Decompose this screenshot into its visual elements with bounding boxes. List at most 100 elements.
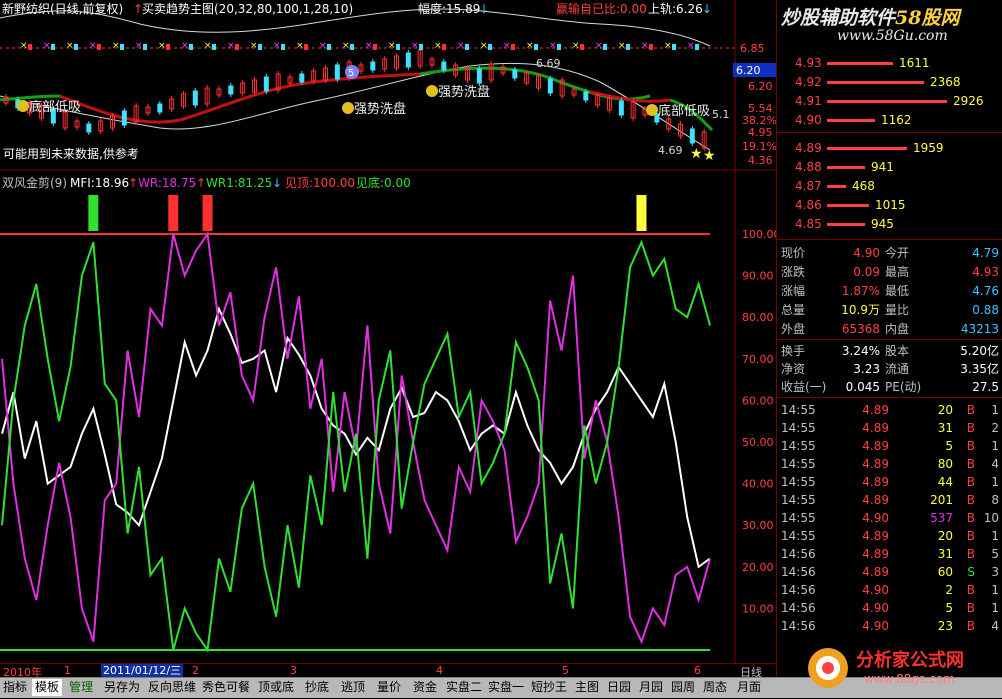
tick-count: 1 xyxy=(991,529,999,543)
svg-text:×: × xyxy=(365,41,373,51)
order-book-row[interactable]: 4.86 1015 xyxy=(777,196,1002,214)
tab-9[interactable]: 量价 xyxy=(372,679,406,696)
tick-time: 14:55 xyxy=(781,511,816,525)
month-label: 1 xyxy=(64,664,71,677)
tab-16[interactable]: 月园 xyxy=(636,679,666,696)
watermark-text: 炒股辅助软件 xyxy=(781,7,896,29)
tab-5[interactable]: 秀色可餐 xyxy=(200,679,252,696)
svg-text:×: × xyxy=(296,41,304,51)
order-volume: 2926 xyxy=(951,92,986,110)
kline-chart[interactable]: × × × × × × × × × × × × × × × × × × × × × × × × × × × × × × 6.69 4.69… xyxy=(0,0,781,663)
chart-area[interactable]: × × × × × × × × × × × × × × × × × × × × × × × × × × × × × × 6.69 4.69… xyxy=(0,0,781,663)
tick-row[interactable]: 14:56 4.90 2 B 1 xyxy=(777,581,1002,599)
quote-row: 总量 10.9万 量比 0.88 xyxy=(777,301,1002,319)
svg-text:×: × xyxy=(618,41,626,51)
tab-3[interactable]: 另存为 xyxy=(100,679,144,696)
tick-row[interactable]: 14:55 4.89 44 B 1 xyxy=(777,473,1002,491)
tab-14[interactable]: 主图 xyxy=(572,679,602,696)
tab-6[interactable]: 顶或底 xyxy=(254,679,298,696)
quote-value: 10.9万 xyxy=(841,303,880,317)
logo-text: 分析家公式网 xyxy=(856,650,964,671)
tab-0[interactable]: 指标 xyxy=(0,679,30,696)
order-price: 4.86 xyxy=(795,198,822,212)
tick-row[interactable]: 14:55 4.90 537 B 10 xyxy=(777,509,1002,527)
order-book-row[interactable]: 4.91 2926 xyxy=(777,92,1002,110)
volume-bar xyxy=(827,223,865,226)
tick-count: 1 xyxy=(991,439,999,453)
quote-label: 最低 xyxy=(885,284,910,298)
finance-value: 0.045 xyxy=(845,380,880,394)
tick-count: 5 xyxy=(991,547,999,561)
quote-label: 外盘 xyxy=(781,322,806,336)
tab-2[interactable]: 管理 xyxy=(64,679,98,696)
tick-row[interactable]: 14:55 4.89 20 B 1 xyxy=(777,401,1002,419)
osc-axis-tick: 60.00 xyxy=(742,394,774,407)
order-book-row[interactable]: 4.85 945 xyxy=(777,215,1002,233)
order-price: 4.89 xyxy=(795,141,822,155)
svg-text:5: 5 xyxy=(348,68,354,79)
order-book-row[interactable]: 4.87 468 xyxy=(777,177,1002,195)
tick-row[interactable]: 14:55 4.89 31 B 2 xyxy=(777,419,1002,437)
upper-rail-label: 上轨:6.26 xyxy=(648,2,703,16)
quote-value: 0.09 xyxy=(853,265,880,279)
tick-row[interactable]: 14:55 4.89 201 B 8 xyxy=(777,491,1002,509)
tick-count: 1 xyxy=(991,475,999,489)
tick-row[interactable]: 14:56 4.90 23 B 4 xyxy=(777,617,1002,635)
order-volume: 468 xyxy=(850,177,877,195)
order-volume: 1959 xyxy=(911,139,946,157)
tick-volume: 31 xyxy=(937,421,953,435)
tick-count: 2 xyxy=(991,421,999,435)
osc-axis-tick: 10.00 xyxy=(742,602,774,615)
order-book-row[interactable]: 4.92 2368 xyxy=(777,73,1002,91)
indicator-title: 买卖趋势主图(20,32,80,100,1,28,10) xyxy=(142,2,353,16)
svg-text:★: ★ xyxy=(690,146,703,162)
tick-row[interactable]: 14:56 4.90 5 B 1 xyxy=(777,599,1002,617)
tab-8[interactable]: 逃顶 xyxy=(336,679,370,696)
tick-row[interactable]: 14:56 4.89 60 S 3 xyxy=(777,563,1002,581)
tab-17[interactable]: 园周 xyxy=(668,679,698,696)
quote-label: 内盘 xyxy=(885,322,910,336)
quote-divider xyxy=(777,239,1002,240)
tab-4[interactable]: 反向思维 xyxy=(146,679,198,696)
tab-7[interactable]: 抄底 xyxy=(300,679,334,696)
tab-15[interactable]: 日园 xyxy=(604,679,634,696)
amplitude-label: 幅度:15.89 xyxy=(418,1,480,16)
tick-row[interactable]: 14:55 4.89 80 B 4 xyxy=(777,455,1002,473)
down-arrow-icon-2: ↓ xyxy=(702,2,712,16)
tab-13[interactable]: 短抄王 xyxy=(528,679,570,696)
mfi-label: MFI:18.96 xyxy=(70,176,129,190)
order-book-row[interactable]: 4.90 1162 xyxy=(777,111,1002,129)
tick-row[interactable]: 14:55 4.89 20 B 1 xyxy=(777,527,1002,545)
svg-text:×: × xyxy=(227,41,235,51)
tab-10[interactable]: 资金 xyxy=(408,679,442,696)
order-book-row[interactable]: 4.88 941 xyxy=(777,158,1002,176)
star-markers: ★ ★ xyxy=(690,146,716,164)
tab-12[interactable]: 实盘一 xyxy=(486,679,526,696)
tick-price: 4.90 xyxy=(862,601,889,615)
volume-bar xyxy=(827,166,865,169)
order-price: 4.91 xyxy=(795,94,822,108)
quote-row: 现价 4.90 今开 4.79 xyxy=(777,244,1002,262)
tick-volume: 5 xyxy=(945,601,953,615)
tick-side: B xyxy=(966,475,975,489)
tab-19[interactable]: 月面 xyxy=(732,679,766,696)
order-volume: 941 xyxy=(869,158,896,176)
tick-time: 14:55 xyxy=(781,493,816,507)
tick-row[interactable]: 14:56 4.89 31 B 5 xyxy=(777,545,1002,563)
tab-11[interactable]: 实盘二 xyxy=(444,679,484,696)
tab-1[interactable]: 模板 xyxy=(32,679,62,696)
order-price: 4.88 xyxy=(795,160,822,174)
signal-bar-bottom xyxy=(88,195,99,231)
order-book-row[interactable]: 4.89 1959 xyxy=(777,139,1002,157)
tab-18[interactable]: 周态 xyxy=(700,679,730,696)
svg-text:×: × xyxy=(687,41,695,51)
order-volume: 1611 xyxy=(897,54,932,72)
tick-side: B xyxy=(966,529,975,543)
svg-text:×: × xyxy=(503,41,511,51)
quote-label: 涨跌 xyxy=(781,265,806,279)
tick-time: 14:55 xyxy=(781,457,816,471)
tick-count: 1 xyxy=(991,601,999,615)
order-book-row[interactable]: 4.93 1611 xyxy=(777,54,1002,72)
tick-row[interactable]: 14:55 4.89 5 B 1 xyxy=(777,437,1002,455)
month-label: 2 xyxy=(192,664,199,677)
